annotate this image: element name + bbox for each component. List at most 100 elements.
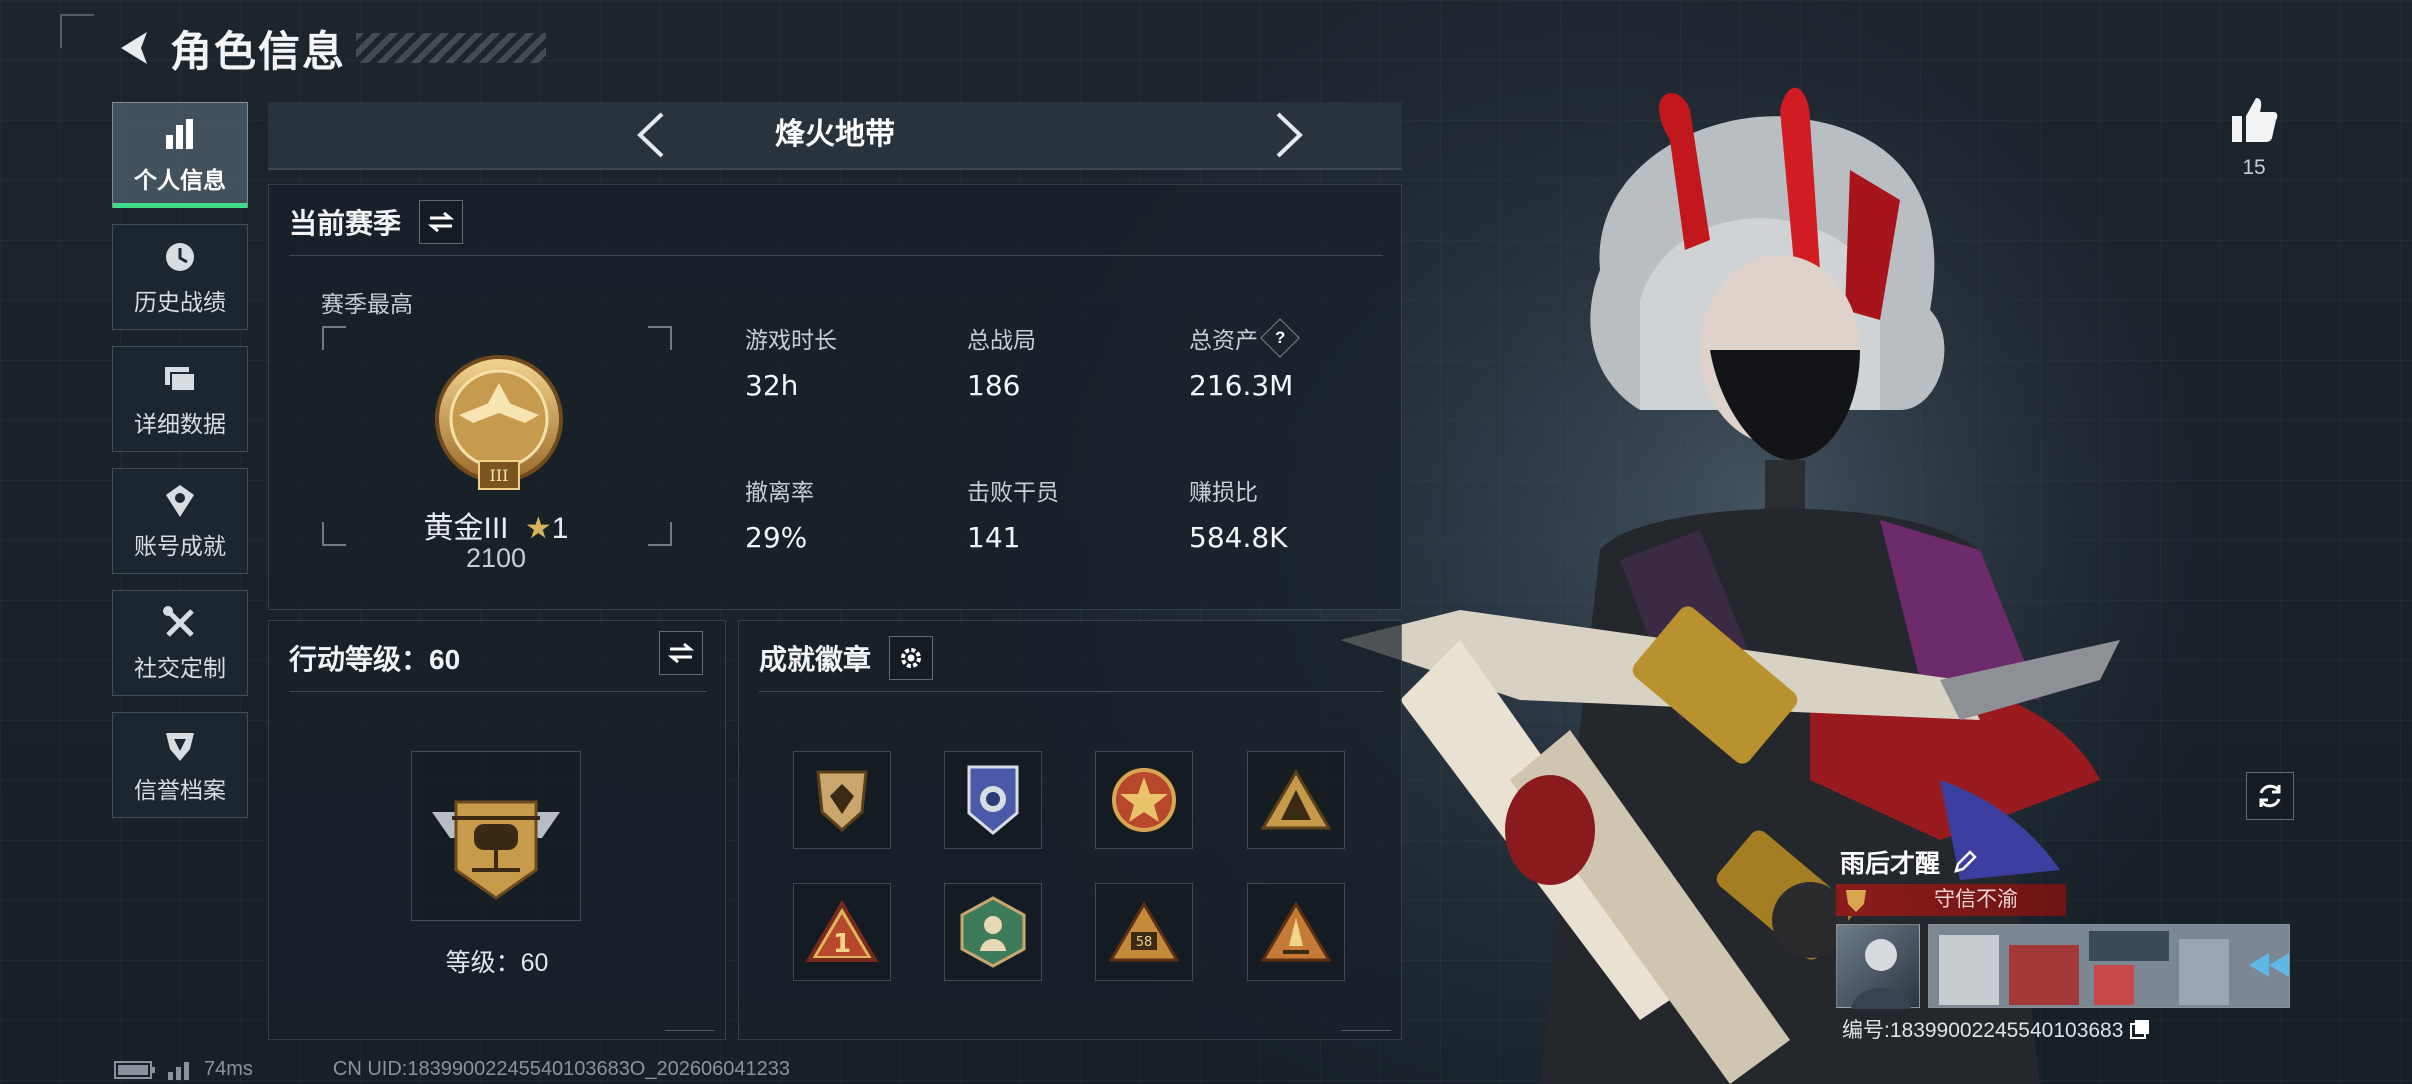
sidebar-item-details[interactable]: 详细数据 xyxy=(112,346,248,452)
badge-slot[interactable] xyxy=(793,751,891,849)
badges-settings-button[interactable] xyxy=(889,636,934,680)
triangle-badge-icon xyxy=(1260,769,1332,830)
player-name: 雨后才醒 xyxy=(1840,850,1941,878)
badge-slot[interactable] xyxy=(1247,883,1345,981)
back-button[interactable] xyxy=(110,23,160,73)
gear-icon xyxy=(901,648,922,668)
stat-label: 总资产 xyxy=(1189,327,1258,353)
player-title: 守信不渝 xyxy=(1934,888,2018,911)
copy-icon xyxy=(2130,1020,2150,1039)
help-icon[interactable]: ? xyxy=(1260,318,1300,358)
achievement-icon xyxy=(160,481,200,521)
helicopter-emblem-icon xyxy=(432,800,560,900)
triangle-rocket-badge-icon xyxy=(1260,901,1332,962)
divider xyxy=(759,691,1383,692)
stat-label: 撤离率 xyxy=(745,479,814,505)
stat-value: 186 xyxy=(967,369,1021,402)
sidebar-item-social[interactable]: 社交定制 xyxy=(112,590,248,696)
next-mode-button[interactable] xyxy=(1264,110,1314,160)
credit-shield-icon xyxy=(160,725,200,765)
player-banner-image[interactable] xyxy=(1928,924,2290,1008)
number-one-badge-icon: 1 xyxy=(805,900,879,962)
hexagon-badge-icon xyxy=(960,896,1026,968)
svg-text:1: 1 xyxy=(833,929,851,959)
player-name-row: 雨后才醒 xyxy=(1840,844,1978,880)
season-switch-button[interactable] xyxy=(419,200,464,244)
action-level-header: 行动等级：60 xyxy=(289,635,460,681)
stat-value: 584.8K xyxy=(1189,521,1288,554)
badge-slot[interactable]: 1 xyxy=(793,883,891,981)
mode-selector: 烽火地带 xyxy=(268,102,1402,170)
root: 角色信息 个人信息 历史战绩 详细数据 账号成就 社交定制 信誉档案 烽火地带 … xyxy=(0,0,2412,1084)
player-title-banner: 守信不渝 xyxy=(1836,884,2066,916)
player-card: 雨后才醒 守信不渝 编号:18399002245540103683 xyxy=(1836,844,2296,1044)
stat-extract-rate: 撤离率 29% xyxy=(745,473,945,554)
sidebar-item-label: 社交定制 xyxy=(134,655,226,681)
action-level-text: 等级：60 xyxy=(445,949,549,977)
refresh-icon xyxy=(2259,784,2281,808)
edit-name-button[interactable] xyxy=(1952,849,1978,875)
like-widget: 15 xyxy=(2224,94,2284,180)
sidebar-item-history[interactable]: 历史战绩 xyxy=(112,224,248,330)
copy-id-button[interactable] xyxy=(2129,1018,2151,1040)
triangle-58-badge-icon: 58 xyxy=(1108,901,1180,962)
corner-mark xyxy=(1341,1018,1391,1031)
stat-total-assets: 总资产? 216.3M xyxy=(1189,318,1389,402)
badge-slot[interactable] xyxy=(1247,751,1345,849)
mode-label: 烽火地带 xyxy=(775,118,895,151)
sidebar-item-achievements[interactable]: 账号成就 xyxy=(112,468,248,574)
bar-chart-icon xyxy=(160,115,200,155)
avatar[interactable] xyxy=(1836,924,1920,1009)
shield-badge-icon xyxy=(816,770,868,833)
sidebar-item-personal-info[interactable]: 个人信息 xyxy=(112,102,248,208)
badge-slot[interactable]: 58 xyxy=(1095,883,1193,981)
swap-arrows-icon xyxy=(668,642,694,664)
signal-icon xyxy=(168,1061,189,1080)
folders-icon xyxy=(160,359,200,399)
corner-bracket xyxy=(60,14,94,48)
rank-name: 黄金III xyxy=(423,512,509,545)
stat-label: 赚损比 xyxy=(1189,479,1258,505)
sidebar-item-label: 信誉档案 xyxy=(134,777,226,803)
rank-line: 黄金III ★1 xyxy=(321,503,671,547)
back-arrow-icon xyxy=(121,32,147,64)
gold-rank-emblem-icon: III xyxy=(435,355,563,490)
star-icon: ★ xyxy=(524,512,552,545)
season-title: 当前赛季 xyxy=(289,208,402,239)
rotate-model-button[interactable] xyxy=(2246,772,2294,820)
season-panel: 当前赛季 赛季最高 III 黄金III ★1 2100 游戏时长 32h 总战局… xyxy=(268,184,1402,610)
title-emblem-icon xyxy=(1842,886,1870,914)
action-level-title: 行动等级：60 xyxy=(289,644,461,675)
title-stripes xyxy=(356,33,547,63)
stat-value: 32h xyxy=(745,369,799,402)
sidebar-item-label: 详细数据 xyxy=(134,411,226,437)
sidebar-item-label: 账号成就 xyxy=(134,533,226,559)
action-level-switch-button[interactable] xyxy=(659,631,703,675)
stat-label: 游戏时长 xyxy=(745,327,837,353)
police-badge-icon xyxy=(967,765,1019,835)
badge-slot[interactable] xyxy=(944,883,1042,981)
like-button[interactable] xyxy=(2224,94,2284,146)
stat-value: 29% xyxy=(745,521,808,554)
badges-panel: 成就徽章 1 58 xyxy=(738,620,1402,1040)
sidebar-item-credit[interactable]: 信誉档案 xyxy=(112,712,248,818)
thumbs-up-icon xyxy=(2232,98,2278,142)
stat-value: 216.3M xyxy=(1189,369,1294,402)
stat-profit-ratio: 赚损比 584.8K xyxy=(1189,473,1389,554)
sidebar: 个人信息 历史战绩 详细数据 账号成就 社交定制 信誉档案 xyxy=(112,102,250,834)
battery-icon xyxy=(114,1060,155,1079)
svg-text:III: III xyxy=(490,466,509,485)
swap-arrows-icon xyxy=(428,211,455,233)
season-best-label: 赛季最高 xyxy=(321,291,413,317)
divider xyxy=(289,691,707,692)
sidebar-item-label: 历史战绩 xyxy=(134,289,226,315)
sidebar-item-label: 个人信息 xyxy=(134,167,226,193)
stat-total-matches: 总战局 186 xyxy=(967,321,1167,402)
badge-slot[interactable] xyxy=(944,751,1042,849)
status-bar: 74ms CN UID:18399002245540103683O_202606… xyxy=(114,1058,790,1081)
badge-slot[interactable] xyxy=(1095,751,1193,849)
svg-text:58: 58 xyxy=(1136,935,1153,950)
badges-header: 成就徽章 xyxy=(759,635,934,681)
stat-operators-defeated: 击败干员 141 xyxy=(967,473,1167,554)
page-title: 角色信息 xyxy=(170,27,347,75)
